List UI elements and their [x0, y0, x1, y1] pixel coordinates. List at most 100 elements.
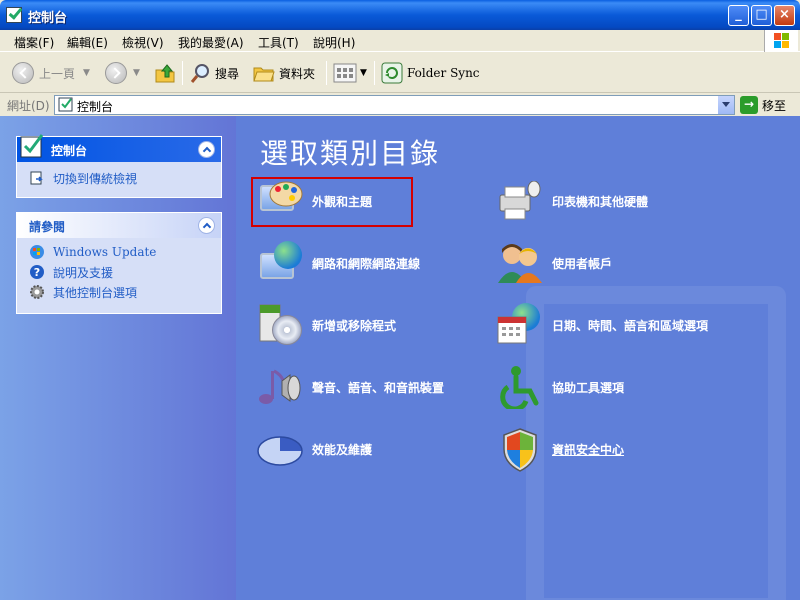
- category-user-accounts[interactable]: 使用者帳戶: [496, 238, 612, 288]
- window-title: 控制台: [28, 11, 68, 26]
- up-folder-icon: [155, 64, 175, 83]
- search-icon: [190, 64, 209, 83]
- go-arrow-icon: →: [740, 96, 758, 114]
- control-panel-box-title: 控制台: [51, 144, 88, 158]
- sounds-audio-icon: [256, 363, 304, 411]
- other-options-label: 其他控制台選項: [53, 285, 138, 300]
- views-dropdown-icon: ▼: [360, 68, 367, 78]
- performance-maintenance-icon: [256, 425, 304, 473]
- go-button[interactable]: → 移至: [740, 96, 786, 114]
- address-label: 網址(D): [7, 99, 50, 113]
- other-control-panel-options-link[interactable]: 其他控制台選項: [17, 282, 221, 302]
- address-value: 控制台: [77, 100, 114, 114]
- appearance-themes-icon: [256, 177, 304, 225]
- windows-logo-icon: [764, 30, 798, 52]
- category-add-remove-programs[interactable]: 新增或移除程式: [256, 300, 396, 350]
- network-internet-icon: [256, 239, 304, 287]
- category-label: 日期、時間、語言和區域選項: [552, 318, 709, 333]
- help-label: 說明及支援: [53, 265, 114, 280]
- search-button[interactable]: 搜尋: [190, 61, 239, 85]
- windows-update-link[interactable]: Windows Update: [17, 242, 221, 262]
- forward-button[interactable]: ▼: [105, 61, 140, 85]
- page-title: 選取類別目錄: [260, 137, 441, 170]
- back-button[interactable]: 上一頁 ▼: [12, 61, 90, 85]
- category-printers-hardware[interactable]: 印表機和其他硬體: [496, 176, 648, 226]
- category-label: 聲音、語音、和音訊裝置: [312, 380, 445, 395]
- menu-edit[interactable]: 編輯(E): [67, 34, 108, 51]
- folders-button[interactable]: 資料夾: [253, 61, 315, 85]
- menu-view[interactable]: 檢視(V): [122, 34, 164, 51]
- help-and-support-link[interactable]: ? 說明及支援: [17, 262, 221, 282]
- menu-help[interactable]: 說明(H): [313, 34, 355, 51]
- forward-dropdown-icon[interactable]: ▼: [133, 68, 140, 78]
- address-input[interactable]: 控制台: [54, 95, 735, 115]
- date-time-language-icon: [496, 301, 544, 349]
- menu-file[interactable]: 檔案(F): [14, 34, 54, 51]
- category-label: 協助工具選項: [552, 380, 625, 395]
- folder-sync-icon: [381, 62, 403, 84]
- category-network-internet[interactable]: 網路和網際網路連線: [256, 238, 420, 288]
- forward-arrow-icon: [105, 62, 127, 84]
- control-panel-icon: [58, 97, 73, 112]
- maximize-button[interactable]: □: [751, 5, 772, 26]
- collapse-chevron-icon[interactable]: [198, 141, 215, 158]
- category-appearance-themes[interactable]: 外觀和主題: [256, 176, 372, 226]
- go-label: 移至: [762, 98, 787, 113]
- category-label: 外觀和主題: [312, 194, 373, 209]
- search-label: 搜尋: [215, 66, 240, 81]
- switch-view-icon: [30, 171, 43, 185]
- close-button[interactable]: ×: [774, 5, 795, 26]
- see-also-box-header[interactable]: 請參閱: [17, 213, 221, 238]
- category-security-center[interactable]: 資訊安全中心: [496, 424, 624, 474]
- control-panel-large-icon: [20, 134, 44, 158]
- category-label: 新增或移除程式: [312, 318, 397, 333]
- control-panel-window: 控制台 _ □ × 檔案(F) 編輯(E) 檢視(V) 我的最愛(A) 工具(T…: [0, 0, 800, 600]
- views-button[interactable]: ▼: [333, 61, 367, 85]
- address-bar: 網址(D) 控制台 → 移至: [0, 94, 800, 116]
- gear-icon: [30, 285, 44, 299]
- views-icon: [333, 63, 357, 83]
- control-panel-box: 控制台 切換到傳統檢視: [16, 134, 222, 198]
- menu-tools[interactable]: 工具(T): [258, 34, 299, 51]
- category-accessibility[interactable]: 協助工具選項: [496, 362, 624, 412]
- control-panel-icon: [6, 7, 22, 23]
- menu-bar: 檔案(F) 編輯(E) 檢視(V) 我的最愛(A) 工具(T) 說明(H): [0, 30, 800, 52]
- see-also-box: 請參閱 Windows Update ? 說明及支援 其他控制台選項: [16, 212, 222, 314]
- windows-update-icon: [30, 245, 44, 259]
- folder-sync-button[interactable]: Folder Sync: [381, 61, 480, 85]
- folder-sync-label: Folder Sync: [407, 66, 480, 80]
- category-label: 網路和網際網路連線: [312, 256, 421, 271]
- user-accounts-icon: [496, 239, 544, 287]
- control-panel-box-header[interactable]: 控制台: [17, 134, 221, 162]
- category-sounds-audio[interactable]: 聲音、語音、和音訊裝置: [256, 362, 444, 412]
- category-label: 效能及維護: [312, 442, 373, 457]
- category-label: 印表機和其他硬體: [552, 194, 649, 209]
- category-label: 資訊安全中心: [552, 442, 625, 457]
- category-view: 選取類別目錄 外觀和主題 網路和網際網路連線 新增或移除程式 聲音、語音、和音訊…: [236, 116, 800, 600]
- switch-to-classic-view-link[interactable]: 切換到傳統檢視: [17, 168, 221, 188]
- up-folder-button[interactable]: [154, 61, 176, 85]
- printer-hardware-icon: [496, 177, 544, 225]
- svg-text:?: ?: [34, 266, 40, 279]
- security-center-icon: [496, 425, 544, 473]
- address-dropdown-button[interactable]: [717, 96, 734, 114]
- switch-view-label: 切換到傳統檢視: [53, 171, 138, 186]
- collapse-chevron-icon[interactable]: [198, 217, 215, 234]
- back-arrow-icon: [12, 62, 34, 84]
- windows-update-label: Windows Update: [53, 245, 157, 259]
- folders-icon: [253, 67, 275, 82]
- folders-label: 資料夾: [279, 66, 316, 81]
- category-date-time-language[interactable]: 日期、時間、語言和區域選項: [496, 300, 708, 350]
- help-icon: ?: [30, 265, 44, 279]
- accessibility-icon: [496, 363, 544, 411]
- toolbar: 上一頁 ▼ ▼ 搜尋 資料夾 ▼ Folder Sync: [0, 53, 800, 93]
- see-also-title: 請參閱: [29, 220, 66, 234]
- task-pane: 控制台 切換到傳統檢視 請參閱 Windows Update ? 說明及支援 其…: [0, 116, 236, 600]
- category-performance-maintenance[interactable]: 效能及維護: [256, 424, 372, 474]
- back-dropdown-icon[interactable]: ▼: [83, 68, 90, 78]
- menu-favorites[interactable]: 我的最愛(A): [178, 34, 244, 51]
- minimize-button[interactable]: _: [728, 5, 749, 26]
- title-bar[interactable]: 控制台 _ □ ×: [0, 0, 800, 30]
- back-label: 上一頁: [39, 66, 76, 81]
- add-remove-programs-icon: [256, 301, 304, 349]
